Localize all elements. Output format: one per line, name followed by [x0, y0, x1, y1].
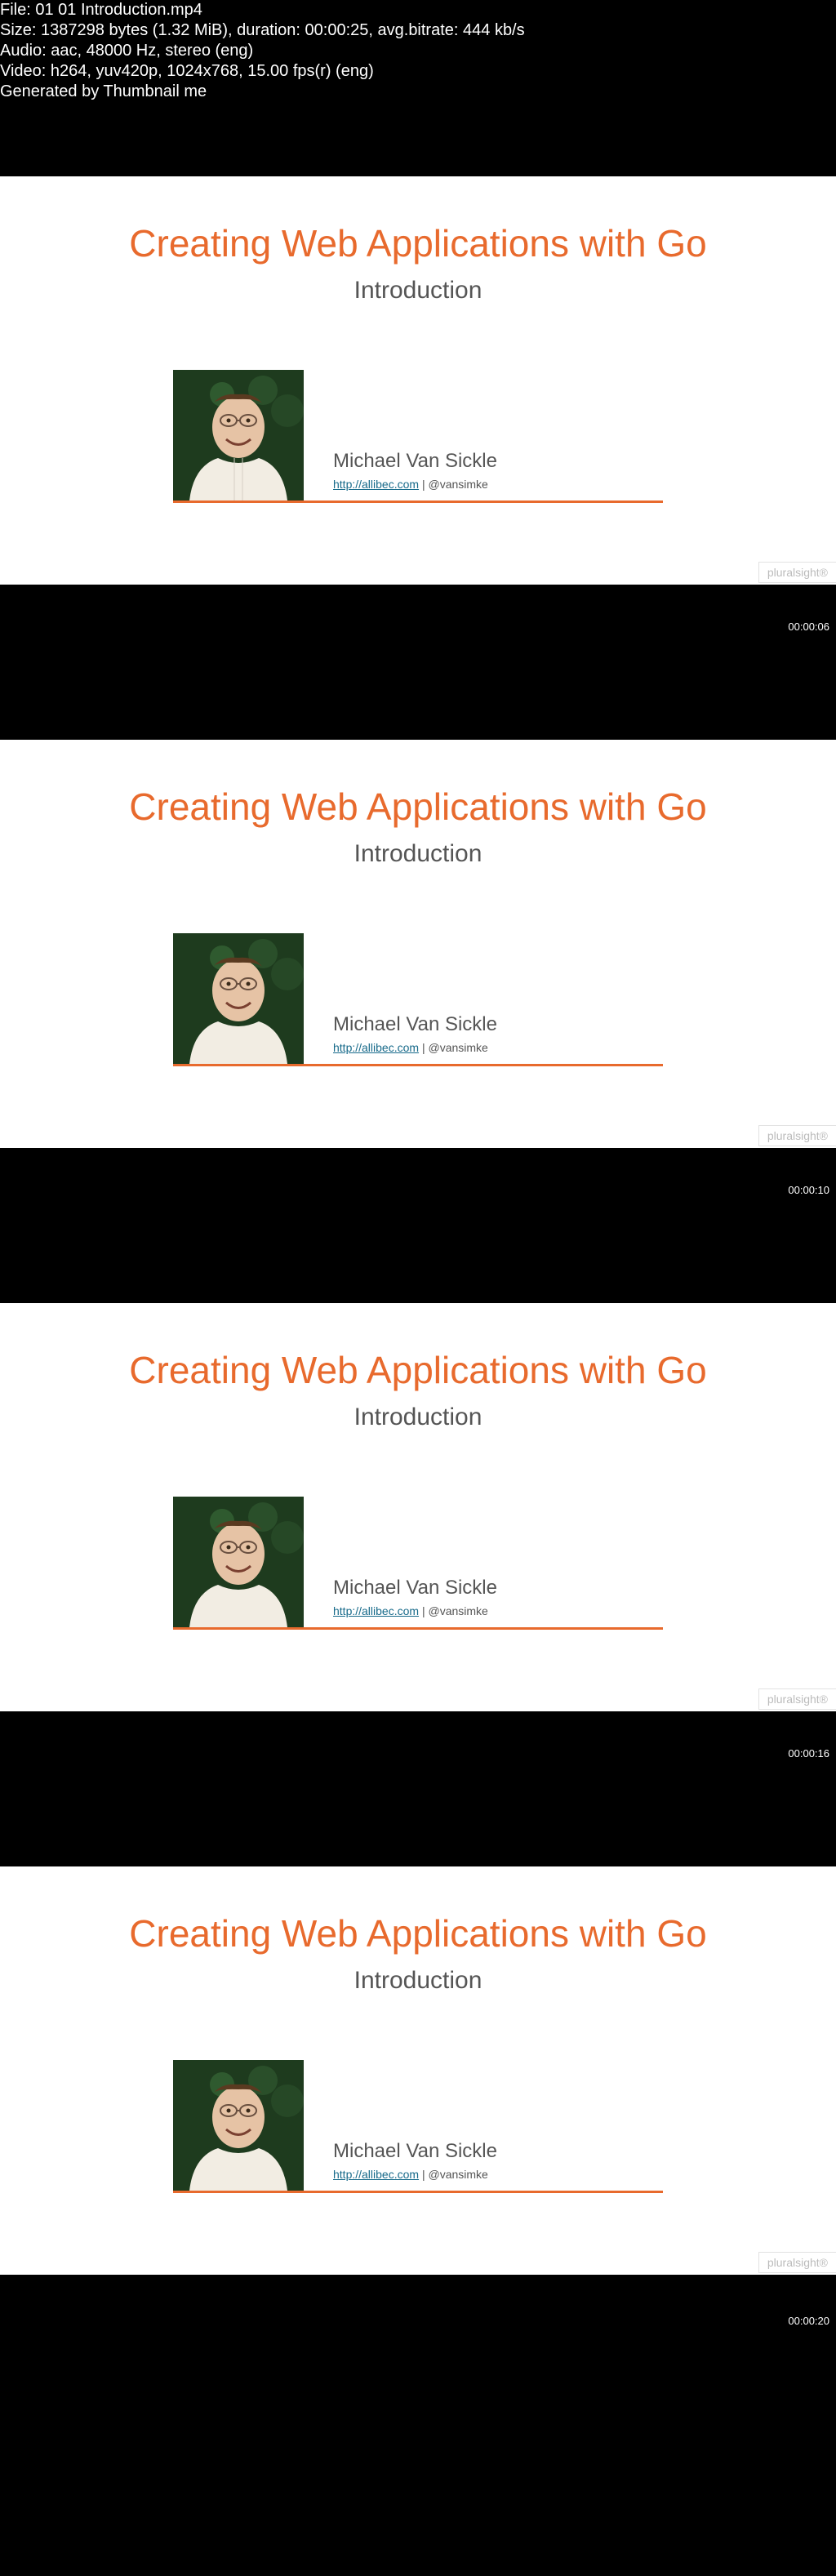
author-photo: [173, 933, 304, 1064]
author-photo: [173, 1497, 304, 1627]
author-handle: | @vansimke: [419, 2168, 488, 2181]
slide-subtitle: Introduction: [0, 1404, 836, 1431]
author-name: Michael Van Sickle: [333, 1577, 497, 1599]
meta-generated: Generated by Thumbnail me: [0, 82, 836, 102]
watermark-badge: pluralsight®: [758, 1688, 836, 1710]
author-info: Michael Van Sickle http://allibec.com | …: [304, 1577, 497, 1627]
author-info: Michael Van Sickle http://allibec.com | …: [304, 450, 497, 501]
author-handle: | @vansimke: [419, 478, 488, 491]
divider-line: [173, 501, 663, 503]
divider-line: [173, 1627, 663, 1630]
meta-file: File: 01 01 Introduction.mp4: [0, 0, 836, 20]
author-url-link[interactable]: http://allibec.com: [333, 1041, 419, 1054]
author-link-row: http://allibec.com | @vansimke: [333, 2168, 497, 2181]
author-name: Michael Van Sickle: [333, 1013, 497, 1036]
divider-line: [173, 1064, 663, 1066]
thumbnail-frame: Creating Web Applications with Go Introd…: [0, 1303, 836, 1711]
author-row: Michael Van Sickle http://allibec.com | …: [173, 1497, 663, 1627]
meta-audio: Audio: aac, 48000 Hz, stereo (eng): [0, 41, 836, 61]
timestamp: 00:00:06: [788, 621, 829, 633]
author-url-link[interactable]: http://allibec.com: [333, 2168, 419, 2181]
video-metadata-block: File: 01 01 Introduction.mp4 Size: 13872…: [0, 0, 836, 102]
frame-divider: pluralsight® 00:00:16: [0, 1711, 836, 1866]
slide-title: Creating Web Applications with Go: [0, 1866, 836, 1955]
spacer: [0, 102, 836, 176]
author-url-link[interactable]: http://allibec.com: [333, 478, 419, 491]
author-row: Michael Van Sickle http://allibec.com | …: [173, 933, 663, 1064]
slide-title: Creating Web Applications with Go: [0, 176, 836, 265]
author-link-row: http://allibec.com | @vansimke: [333, 1604, 497, 1617]
author-handle: | @vansimke: [419, 1041, 488, 1054]
author-handle: | @vansimke: [419, 1604, 488, 1617]
timestamp: 00:00:20: [788, 2315, 829, 2327]
author-photo: [173, 2060, 304, 2191]
slide-subtitle: Introduction: [0, 277, 836, 305]
author-name: Michael Van Sickle: [333, 450, 497, 473]
watermark-badge: pluralsight®: [758, 562, 836, 583]
frame-divider: pluralsight® 00:00:10: [0, 1148, 836, 1303]
slide-subtitle: Introduction: [0, 840, 836, 868]
slide-title: Creating Web Applications with Go: [0, 1303, 836, 1392]
author-link-row: http://allibec.com | @vansimke: [333, 478, 497, 491]
frame-divider: pluralsight® 00:00:20: [0, 2275, 836, 2332]
thumbnail-frame: Creating Web Applications with Go Introd…: [0, 176, 836, 585]
thumbnail-frame: Creating Web Applications with Go Introd…: [0, 740, 836, 1148]
meta-size: Size: 1387298 bytes (1.32 MiB), duration…: [0, 20, 836, 41]
divider-line: [173, 2191, 663, 2193]
author-info: Michael Van Sickle http://allibec.com | …: [304, 1013, 497, 1064]
author-info: Michael Van Sickle http://allibec.com | …: [304, 2140, 497, 2191]
thumbnail-frame: Creating Web Applications with Go Introd…: [0, 1866, 836, 2275]
author-row: Michael Van Sickle http://allibec.com | …: [173, 370, 663, 501]
author-url-link[interactable]: http://allibec.com: [333, 1604, 419, 1617]
author-photo: [173, 370, 304, 501]
frame-divider: pluralsight® 00:00:06: [0, 585, 836, 740]
slide-title: Creating Web Applications with Go: [0, 740, 836, 829]
slide-subtitle: Introduction: [0, 1967, 836, 1995]
author-link-row: http://allibec.com | @vansimke: [333, 1041, 497, 1054]
watermark-badge: pluralsight®: [758, 1125, 836, 1146]
meta-video: Video: h264, yuv420p, 1024x768, 15.00 fp…: [0, 61, 836, 82]
author-row: Michael Van Sickle http://allibec.com | …: [173, 2060, 663, 2191]
author-name: Michael Van Sickle: [333, 2140, 497, 2163]
timestamp: 00:00:10: [788, 1184, 829, 1196]
watermark-badge: pluralsight®: [758, 2252, 836, 2273]
timestamp: 00:00:16: [788, 1747, 829, 1760]
